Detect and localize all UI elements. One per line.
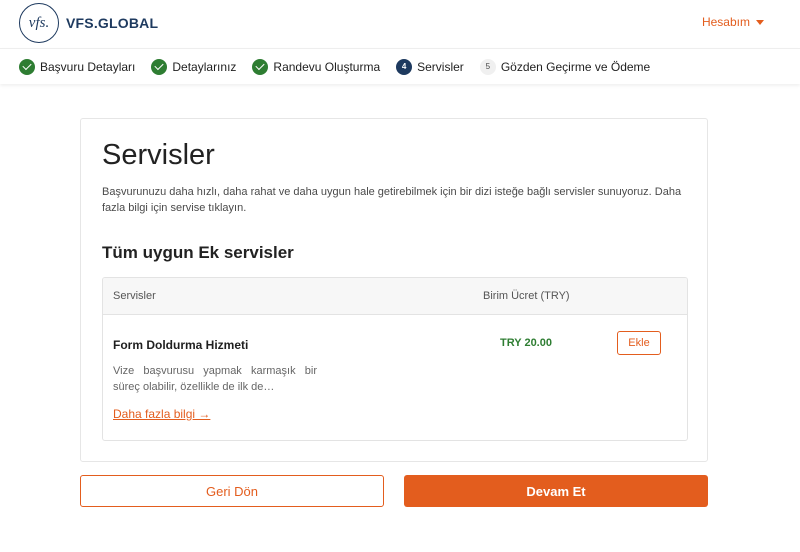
top-header: vfs. VFS.GLOBAL Hesabım — [0, 0, 800, 48]
services-card: Servisler Başvurunuzu daha hızlı, daha r… — [80, 118, 708, 462]
intro-text: Başvurunuzu daha hızlı, daha rahat ve da… — [102, 186, 682, 214]
step-number-badge: 5 — [479, 58, 496, 75]
service-price: TRY 20.00 — [500, 337, 552, 349]
column-header-price: Birim Ücret (TRY) — [483, 290, 570, 302]
logo-text[interactable]: VFS.GLOBAL — [66, 15, 158, 31]
section-subtitle: Tüm uygun Ek servisler — [102, 243, 294, 262]
step-label: Başvuru Detayları — [40, 59, 136, 74]
progress-stepper: Başvuru Detayları Detaylarınız Randevu O… — [0, 48, 800, 84]
add-service-button[interactable]: Ekle — [617, 331, 661, 355]
service-name: Form Doldurma Hizmeti — [113, 338, 249, 352]
vfs-logo-icon[interactable]: vfs. — [19, 3, 59, 43]
logo-mark: vfs. — [28, 14, 50, 31]
continue-button[interactable]: Devam Et — [404, 475, 708, 507]
step-your-details: Detaylarınız — [151, 58, 237, 75]
page-title: Servisler — [102, 139, 215, 171]
step-review-payment: 5 Gözden Geçirme ve Ödeme — [479, 58, 651, 75]
column-header-service: Servisler — [113, 290, 156, 302]
more-info-link[interactable]: Daha fazla bilgi → — [113, 407, 210, 421]
check-icon — [151, 58, 168, 75]
account-label: Hesabım — [701, 15, 750, 29]
step-label: Randevu Oluşturma — [273, 59, 381, 74]
step-application-details: Başvuru Detayları — [19, 58, 136, 75]
table-row: Form Doldurma Hizmeti Vize başvurusu yap… — [103, 315, 687, 440]
step-label: Servisler — [417, 59, 464, 74]
check-icon — [19, 58, 35, 75]
service-description: Vize başvurusu yapmak karmaşık bir süreç… — [113, 365, 317, 393]
step-services: 4 Servisler — [396, 58, 464, 75]
check-icon — [252, 58, 269, 75]
step-number-badge: 4 — [396, 58, 413, 75]
step-label: Gözden Geçirme ve Ödeme — [500, 59, 651, 74]
services-table: Servisler Birim Ücret (TRY) Form Doldurm… — [102, 277, 688, 441]
back-button[interactable]: Geri Dön — [80, 475, 384, 507]
table-header: Servisler Birim Ücret (TRY) — [103, 278, 687, 315]
step-appointment: Randevu Oluşturma — [252, 58, 381, 75]
chevron-down-icon — [756, 19, 764, 25]
step-label: Detaylarınız — [172, 59, 237, 74]
account-menu[interactable]: Hesabım — [702, 15, 764, 29]
